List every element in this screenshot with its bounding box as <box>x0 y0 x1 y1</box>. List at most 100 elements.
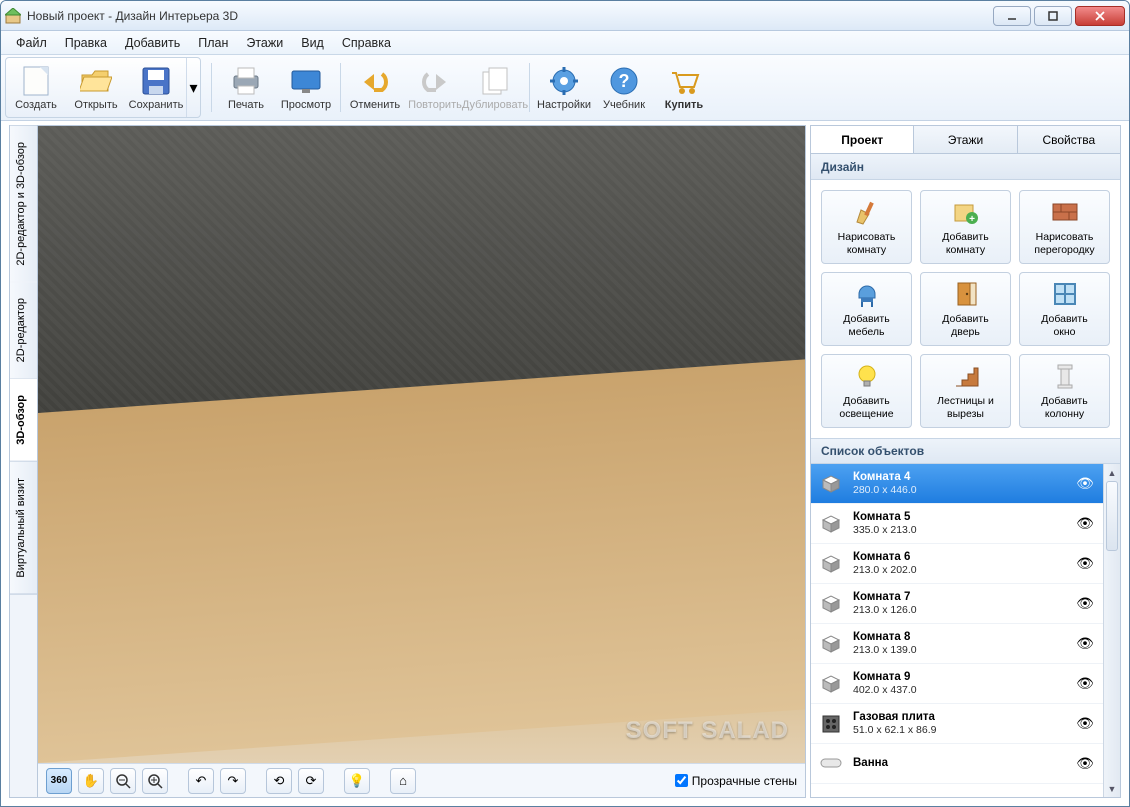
object-list-item[interactable]: Комната 6213.0 x 202.0👁 <box>811 544 1103 584</box>
menu-edit[interactable]: Правка <box>56 33 116 53</box>
zoom-in-button[interactable] <box>142 768 168 794</box>
save-dropdown-icon[interactable]: ▾ <box>186 58 200 117</box>
visibility-eye-icon[interactable]: 👁 <box>1075 595 1095 612</box>
design-add-window-button[interactable]: Добавитьокно <box>1019 272 1110 346</box>
menu-add[interactable]: Добавить <box>116 33 189 53</box>
brick-icon <box>1049 197 1081 227</box>
duplicate-button[interactable]: Дублировать <box>465 57 525 118</box>
object-list-item[interactable]: Комната 5335.0 x 213.0👁 <box>811 504 1103 544</box>
visibility-eye-icon[interactable]: 👁 <box>1075 515 1095 532</box>
stove-icon <box>817 710 845 738</box>
object-list-item[interactable]: Газовая плита51.0 x 62.1 x 86.9👁 <box>811 704 1103 744</box>
rotate-left-button[interactable]: ↶ <box>188 768 214 794</box>
transparent-walls-checkbox[interactable]: Прозрачные стены <box>675 774 797 788</box>
visibility-eye-icon[interactable]: 👁 <box>1075 675 1095 692</box>
open-button[interactable]: Открыть <box>66 58 126 117</box>
design-draw-room-button[interactable]: Нарисоватькомнату <box>821 190 912 264</box>
tab-3d-view[interactable]: 3D-обзор <box>10 379 37 462</box>
watermark: SOFT SALAD <box>626 717 789 745</box>
3d-scene[interactable]: SOFT SALAD <box>38 126 805 763</box>
tab-2d-3d[interactable]: 2D-редактор и 3D-обзор <box>10 126 37 282</box>
rotate-right-button[interactable]: ↷ <box>220 768 246 794</box>
tab-properties[interactable]: Свойства <box>1018 126 1120 153</box>
scroll-up-icon[interactable]: ▲ <box>1104 464 1120 481</box>
scroll-thumb[interactable] <box>1106 481 1118 551</box>
box-icon <box>817 670 845 698</box>
box-icon <box>817 630 845 658</box>
object-list-item[interactable]: Комната 8213.0 x 139.0👁 <box>811 624 1103 664</box>
menu-file[interactable]: Файл <box>7 33 56 53</box>
buy-button[interactable]: Купить <box>654 57 714 118</box>
design-add-door-button[interactable]: Добавитьдверь <box>920 272 1011 346</box>
object-list-item[interactable]: Комната 4280.0 x 446.0👁 <box>811 464 1103 504</box>
design-stairs-button[interactable]: Лестницы ивырезы <box>920 354 1011 428</box>
visibility-eye-icon[interactable]: 👁 <box>1075 635 1095 652</box>
menubar: Файл Правка Добавить План Этажи Вид Спра… <box>1 31 1129 55</box>
menu-help[interactable]: Справка <box>333 33 400 53</box>
light-toggle-button[interactable]: 💡 <box>344 768 370 794</box>
section-design-header: Дизайн <box>811 154 1120 180</box>
design-add-light-button[interactable]: Добавитьосвещение <box>821 354 912 428</box>
object-list: Комната 4280.0 x 446.0👁Комната 5335.0 x … <box>811 464 1120 797</box>
design-add-column-button[interactable]: Добавитьколонну <box>1019 354 1110 428</box>
tab-project[interactable]: Проект <box>811 126 914 153</box>
create-button[interactable]: Создать <box>6 58 66 117</box>
section-objects-header: Список объектов <box>811 438 1120 464</box>
object-list-item[interactable]: Комната 7213.0 x 126.0👁 <box>811 584 1103 624</box>
column-icon <box>1049 361 1081 391</box>
box-icon <box>817 590 845 618</box>
redo-button[interactable]: Повторить <box>405 57 465 118</box>
app-window: Новый проект - Дизайн Интерьера 3D Файл … <box>0 0 1130 807</box>
viewport: SOFT SALAD 360 ✋ ↶ ↷ ⟲ ⟳ 💡 ⌂ <box>37 125 806 798</box>
save-button[interactable]: Сохранить <box>126 58 186 117</box>
object-list-scrollbar[interactable]: ▲ ▼ <box>1103 464 1120 797</box>
orbit-right-button[interactable]: ⟳ <box>298 768 324 794</box>
box-icon <box>817 510 845 538</box>
menu-plan[interactable]: План <box>189 33 237 53</box>
right-panel: Проект Этажи Свойства Дизайн Нарисоватьк… <box>810 125 1121 798</box>
bath-icon <box>817 750 845 778</box>
left-tabs: 2D-редактор и 3D-обзор 2D-редактор 3D-об… <box>9 125 37 798</box>
minimize-button[interactable] <box>993 6 1031 26</box>
svg-text:?: ? <box>619 71 630 91</box>
transparent-walls-input[interactable] <box>675 774 688 787</box>
design-add-room-button[interactable]: +Добавитькомнату <box>920 190 1011 264</box>
menu-view[interactable]: Вид <box>292 33 333 53</box>
pencil-icon <box>851 197 883 227</box>
viewport-toolbar: 360 ✋ ↶ ↷ ⟲ ⟳ 💡 ⌂ Прозрачные стены <box>38 763 805 797</box>
bulb-icon <box>851 361 883 391</box>
menu-floors[interactable]: Этажи <box>237 33 292 53</box>
svg-text:+: + <box>969 214 975 225</box>
tutorial-button[interactable]: ?Учебник <box>594 57 654 118</box>
zoom-out-button[interactable] <box>110 768 136 794</box>
tab-virtual-visit[interactable]: Виртуальный визит <box>10 462 37 595</box>
object-list-item[interactable]: Ванна👁 <box>811 744 1103 784</box>
tab-2d-editor[interactable]: 2D-редактор <box>10 282 37 379</box>
app-icon <box>5 8 21 24</box>
home-view-button[interactable]: ⌂ <box>390 768 416 794</box>
titlebar: Новый проект - Дизайн Интерьера 3D <box>1 1 1129 31</box>
scroll-down-icon[interactable]: ▼ <box>1104 780 1120 797</box>
visibility-eye-icon[interactable]: 👁 <box>1075 755 1095 772</box>
design-draw-wall-button[interactable]: Нарисоватьперегородку <box>1019 190 1110 264</box>
orbit-left-button[interactable]: ⟲ <box>266 768 292 794</box>
close-button[interactable] <box>1075 6 1125 26</box>
visibility-eye-icon[interactable]: 👁 <box>1075 715 1095 732</box>
pan-button[interactable]: ✋ <box>78 768 104 794</box>
main-toolbar: Создать Открыть Сохранить ▾ Печать Просм… <box>1 55 1129 121</box>
preview-button[interactable]: Просмотр <box>276 57 336 118</box>
settings-button[interactable]: Настройки <box>534 57 594 118</box>
box-icon <box>817 550 845 578</box>
design-add-furniture-button[interactable]: Добавитьмебель <box>821 272 912 346</box>
undo-button[interactable]: Отменить <box>345 57 405 118</box>
rotate-360-button[interactable]: 360 <box>46 768 72 794</box>
window-icon <box>1049 279 1081 309</box>
tab-floors[interactable]: Этажи <box>914 126 1017 153</box>
design-grid: Нарисоватькомнату+ДобавитькомнатуНарисов… <box>811 180 1120 438</box>
maximize-button[interactable] <box>1034 6 1072 26</box>
print-button[interactable]: Печать <box>216 57 276 118</box>
object-list-item[interactable]: Комната 9402.0 x 437.0👁 <box>811 664 1103 704</box>
visibility-eye-icon[interactable]: 👁 <box>1075 555 1095 572</box>
door-icon <box>950 279 982 309</box>
visibility-eye-icon[interactable]: 👁 <box>1075 475 1095 492</box>
